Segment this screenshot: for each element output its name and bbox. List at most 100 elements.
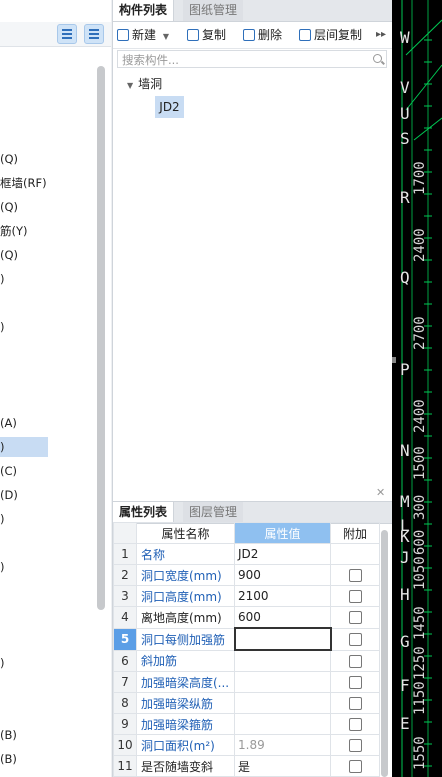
axis-label: P: [400, 360, 410, 379]
detail-view-icon[interactable]: [84, 24, 104, 44]
left-tree-item[interactable]: ): [0, 317, 5, 337]
copy-icon: [187, 29, 199, 41]
extra-checkbox[interactable]: [348, 760, 362, 773]
property-row[interactable]: 4 离地高度(mm) 600: [113, 606, 380, 629]
property-row[interactable]: 2 洞口宽度(mm) 900: [113, 564, 380, 586]
extra-checkbox[interactable]: [348, 676, 362, 689]
left-tree-item[interactable]: (B): [0, 725, 17, 745]
tab-component-list[interactable]: 构件列表: [113, 0, 175, 21]
left-tree-item[interactable]: (Q): [0, 245, 18, 265]
cad-drawing-area[interactable]: W V U S R Q P N M L K J H G F E 1700 2400 2700 2400 1500 300 6…: [392, 0, 442, 777]
property-row[interactable]: 6 斜加筋: [113, 649, 380, 672]
axis-label: E: [400, 714, 410, 733]
property-value[interactable]: 2100: [234, 585, 331, 607]
left-tree-item[interactable]: (D): [0, 485, 18, 505]
extra-checkbox[interactable]: [348, 590, 362, 603]
extra-checkbox[interactable]: [348, 569, 362, 582]
property-row[interactable]: 5 洞口每侧加强筋: [113, 627, 380, 651]
dimension-label: 1250: [412, 646, 428, 680]
tree-group-wall-hole[interactable]: ▼ 墙洞: [127, 75, 162, 93]
tree-item-jd2[interactable]: JD2: [155, 96, 184, 118]
extra-checkbox[interactable]: [348, 611, 362, 625]
extra-checkbox[interactable]: [348, 739, 362, 752]
extra-checkbox[interactable]: [348, 654, 362, 668]
property-name: 斜加筋: [136, 649, 235, 672]
property-value[interactable]: JD2: [234, 543, 331, 565]
extra-cell: [330, 627, 380, 651]
extra-cell: [330, 543, 380, 565]
left-scrollbar[interactable]: [97, 66, 105, 610]
property-value[interactable]: 600: [234, 606, 331, 629]
delete-button[interactable]: 删除: [243, 26, 282, 44]
dimension-label: 2400: [412, 228, 428, 262]
extra-checkbox[interactable]: [348, 718, 362, 731]
property-value[interactable]: [234, 692, 331, 714]
property-name: 是否随墙变斜: [136, 755, 235, 777]
floor-copy-button[interactable]: 层间复制: [299, 26, 362, 44]
extra-checkbox[interactable]: [348, 697, 362, 710]
tab-drawing-management[interactable]: 图纸管理: [183, 0, 244, 21]
property-name: 加强暗梁箍筋: [136, 713, 235, 735]
left-tree-item[interactable]: ): [0, 557, 5, 577]
property-row[interactable]: 3 洞口高度(mm) 2100: [113, 585, 380, 607]
property-value[interactable]: [234, 671, 331, 693]
row-number: 6: [113, 649, 137, 672]
left-tree-item[interactable]: (Q): [0, 197, 18, 217]
left-tree-item[interactable]: 筋(Y): [0, 221, 28, 241]
floor-copy-icon: [299, 29, 311, 41]
tab-layer-management[interactable]: 图层管理: [183, 502, 244, 523]
row-number: 5: [113, 627, 137, 651]
left-tree-item[interactable]: (Q): [0, 149, 18, 169]
row-number-header: [113, 522, 137, 544]
property-name: 名称: [136, 543, 235, 565]
component-panel: 构件列表 图纸管理 新建 ▼ 复制 删除 层间复制 ▸▸ ▼墙洞 JD2 属性列…: [112, 0, 393, 777]
row-number: 8: [113, 692, 137, 714]
dropdown-arrow-icon[interactable]: ▼: [163, 32, 169, 41]
property-value[interactable]: [234, 649, 331, 672]
property-name: 加强暗梁高度(...: [136, 671, 235, 693]
left-tree-item[interactable]: ): [0, 269, 5, 289]
expand-arrow-icon[interactable]: ▼: [127, 81, 133, 90]
left-tree-item[interactable]: ): [0, 437, 5, 457]
more-tools-icon[interactable]: ▸▸: [376, 26, 386, 44]
property-row[interactable]: 7 加强暗梁高度(...: [113, 671, 380, 693]
left-tree-item[interactable]: (B): [0, 749, 17, 769]
new-button[interactable]: 新建 ▼: [117, 26, 169, 44]
tab-property-list[interactable]: 属性列表: [113, 502, 175, 523]
list-view-icon[interactable]: [57, 24, 77, 44]
property-value[interactable]: [233, 627, 332, 651]
close-icon[interactable]: ✕: [376, 486, 385, 499]
property-row[interactable]: 11 是否随墙变斜是: [113, 755, 380, 777]
search-icon[interactable]: [373, 54, 382, 63]
extra-cell: [330, 649, 380, 672]
property-value[interactable]: 1.89: [234, 734, 331, 756]
extra-checkbox[interactable]: [348, 633, 362, 646]
property-value[interactable]: 是: [234, 755, 331, 777]
component-search-input[interactable]: [120, 51, 364, 69]
extra-cell: [330, 585, 380, 607]
left-tree-item[interactable]: (A): [0, 413, 17, 433]
axis-label: N: [400, 441, 410, 460]
property-extra-header: 附加: [330, 522, 380, 544]
property-value[interactable]: 900: [234, 564, 331, 586]
left-tree-item[interactable]: (C): [0, 461, 17, 481]
axis-label: W: [400, 28, 410, 47]
left-tree-item[interactable]: ): [0, 653, 5, 673]
property-row[interactable]: 9 加强暗梁箍筋: [113, 713, 380, 735]
component-search: [117, 50, 387, 69]
left-tree-item[interactable]: ): [0, 509, 5, 529]
property-value-header: 属性值: [234, 522, 331, 544]
row-number: 3: [113, 585, 137, 607]
property-row[interactable]: 1 名称 JD2: [113, 543, 380, 565]
property-row[interactable]: 10 洞口面积(m²) 1.89: [113, 734, 380, 756]
axis-label: M: [400, 492, 410, 511]
left-tree-item[interactable]: 框墙(RF): [0, 173, 47, 193]
extra-cell: [330, 692, 380, 714]
copy-button[interactable]: 复制: [187, 26, 226, 44]
dimension-label: 2700: [412, 316, 428, 350]
property-row[interactable]: 8 加强暗梁纵筋: [113, 692, 380, 714]
property-scrollbar[interactable]: [381, 530, 388, 777]
dimension-label: 1450: [412, 606, 428, 640]
property-value[interactable]: [234, 713, 331, 735]
extra-cell: [330, 734, 380, 756]
